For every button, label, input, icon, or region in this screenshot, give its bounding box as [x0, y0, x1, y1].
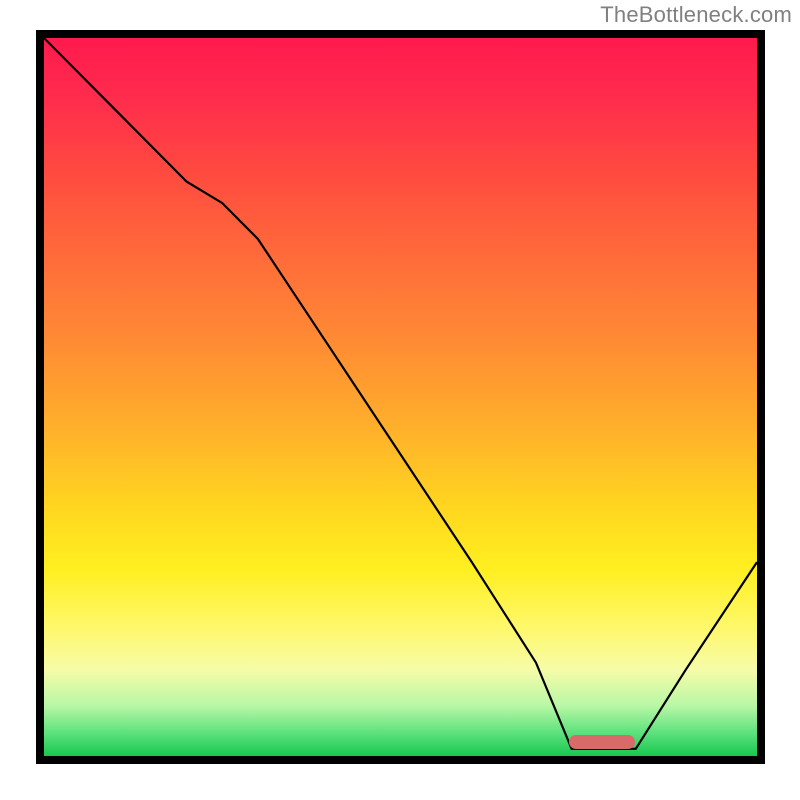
curve-svg — [44, 38, 757, 756]
chart-frame — [36, 30, 765, 764]
chart-page: TheBottleneck.com — [0, 0, 800, 800]
curve-path — [44, 38, 757, 749]
watermark-text: TheBottleneck.com — [600, 2, 792, 28]
optimal-range-marker — [569, 735, 635, 749]
plot-area — [44, 38, 757, 756]
